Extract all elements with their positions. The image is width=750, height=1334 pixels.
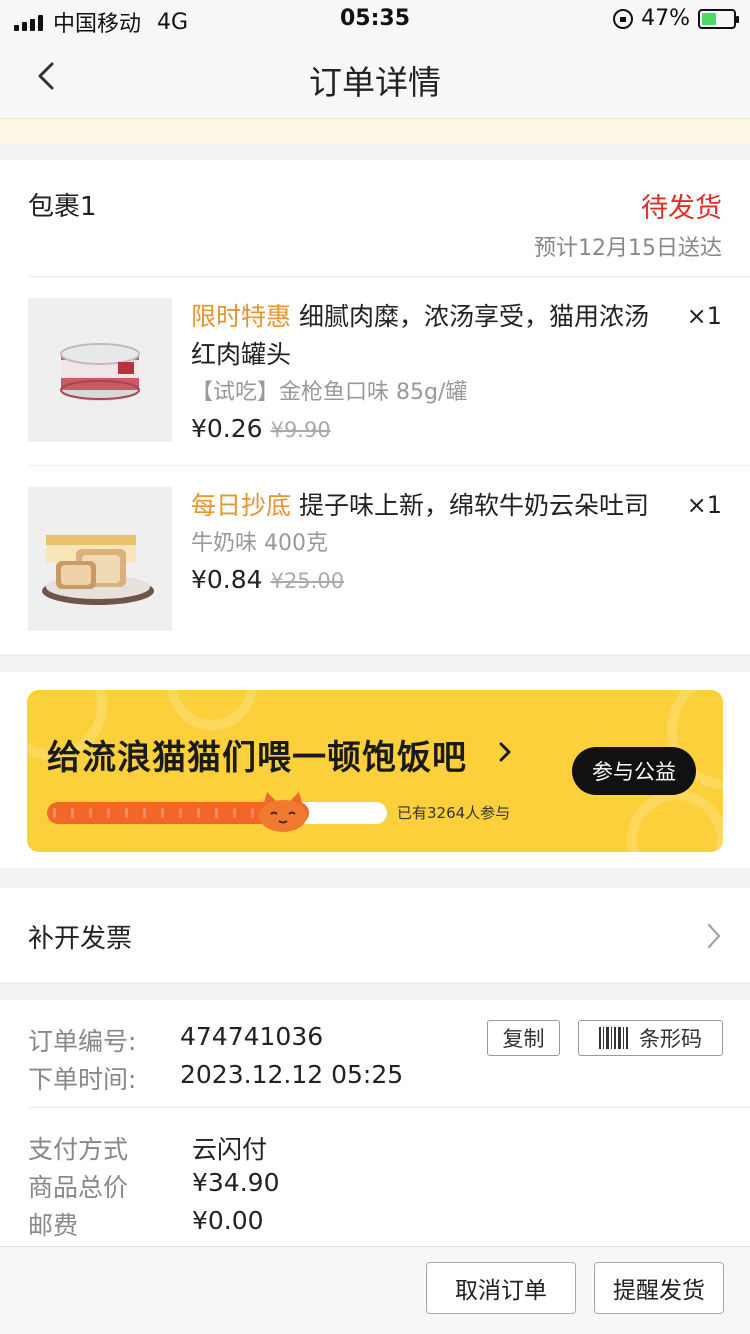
order-item[interactable]: 每日抄底 提子味上新，绵软牛奶云朵吐司 牛奶味 400克 ¥0.84 ¥25.00 … [0,467,750,655]
package-status: 待发货 [641,193,722,224]
nav-bar: 订单详情 [0,40,750,118]
page-title: 订单详情 [309,63,441,102]
order-time-label: 下单时间: [28,1065,137,1094]
charity-section: 给流浪猫猫们喂一顿饱饭吧 参与公益 已有3264人参与 [0,672,750,868]
chevron-right-icon [499,742,511,762]
subtotal-label: 商品总价 [28,1173,129,1202]
product-image-milk-toast[interactable] [28,487,172,631]
invoice-label: 补开发票 [28,924,133,954]
shipping-fee-label: 邮费 [28,1211,79,1240]
item-price: ¥0.26 [191,414,263,443]
item-price-row: ¥0.84 ¥25.00 [191,565,671,594]
invoice-row[interactable]: 补开发票 [0,888,750,982]
charity-title: 给流浪猫猫们喂一顿饱饭吧 [47,738,467,778]
item-price: ¥0.84 [191,565,263,594]
charity-progress-bar [47,792,387,832]
participant-count: 已有3264人参与 [397,804,511,822]
divider [28,465,750,466]
order-number: 474741036 [180,1022,324,1051]
item-title: 限时特惠 细腻肉糜，浓汤享受，猫用浓汤红肉罐头 [191,298,671,374]
order-item[interactable]: 限时特惠 细腻肉糜，浓汤享受，猫用浓汤红肉罐头 【试吃】金枪鱼口味 85g/罐 ¥… [0,278,750,466]
item-info: 每日抄底 提子味上新，绵软牛奶云朵吐司 牛奶味 400克 ¥0.84 ¥25.00 [191,487,671,594]
cat-icon [258,792,307,832]
toast-image-icon [28,487,172,631]
item-original-price: ¥25.00 [270,569,345,593]
package-title: 包裹1 [28,192,97,222]
product-image-canned-cat-food[interactable] [28,298,172,442]
status-bar: 中国移动 4G 05:35 47% [0,0,750,40]
promo-tag: 每日抄底 [191,491,292,520]
barcode-label: 条形码 [639,1027,702,1051]
order-info-card: 订单编号: 474741036 复制 条形码 下单时间: 2023.12.12 … [0,1000,750,1246]
item-name: 提子味上新，绵软牛奶云朵吐司 [299,491,650,520]
bottom-action-bar: 取消订单 提醒发货 [0,1246,750,1334]
item-title: 每日抄底 提子味上新，绵软牛奶云朵吐司 [191,487,671,525]
item-price-row: ¥0.26 ¥9.90 [191,414,671,443]
cancel-order-button[interactable]: 取消订单 [426,1262,576,1314]
barcode-icon [599,1027,633,1049]
item-original-price: ¥9.90 [270,418,331,442]
chevron-right-icon [708,924,720,948]
battery-fill [702,12,717,25]
battery-icon [698,8,739,29]
order-number-label: 订单编号: [28,1027,137,1056]
item-quantity: ×1 [686,302,722,330]
order-time: 2023.12.12 05:25 [180,1060,404,1089]
item-spec: 【试吃】金枪鱼口味 85g/罐 [191,380,468,405]
battery-percent: 47% [641,6,690,31]
remind-shipping-button[interactable]: 提醒发货 [594,1262,724,1314]
payment-method-label: 支付方式 [28,1135,129,1164]
charity-banner[interactable]: 给流浪猫猫们喂一顿饱饭吧 参与公益 已有3264人参与 [27,690,723,852]
copy-button[interactable]: 复制 [487,1020,560,1056]
notice-strip [0,118,750,144]
promo-tag: 限时特惠 [191,302,292,331]
delivery-estimate: 预计12月15日送达 [534,236,722,261]
item-quantity: ×1 [686,491,722,519]
banner-decoration [167,690,257,730]
barcode-button[interactable]: 条形码 [578,1020,723,1056]
item-spec: 牛奶味 400克 [191,531,328,556]
divider [28,276,750,277]
rotation-lock-icon [613,8,634,29]
item-info: 限时特惠 细腻肉糜，浓汤享受，猫用浓汤红肉罐头 【试吃】金枪鱼口味 85g/罐 ¥… [191,298,671,443]
banner-decoration [627,790,723,852]
can-image-icon [28,298,172,442]
divider [28,1107,750,1108]
join-charity-button[interactable]: 参与公益 [572,747,696,795]
payment-method: 云闪付 [192,1135,268,1164]
status-right: 47% [613,6,739,31]
shipping-fee: ¥0.00 [192,1206,264,1235]
package-card: 包裹1 待发货 预计12月15日送达 限时特惠 细腻肉糜，浓汤享受，猫用浓汤红肉罐… [0,160,750,654]
subtotal: ¥34.90 [192,1168,280,1197]
